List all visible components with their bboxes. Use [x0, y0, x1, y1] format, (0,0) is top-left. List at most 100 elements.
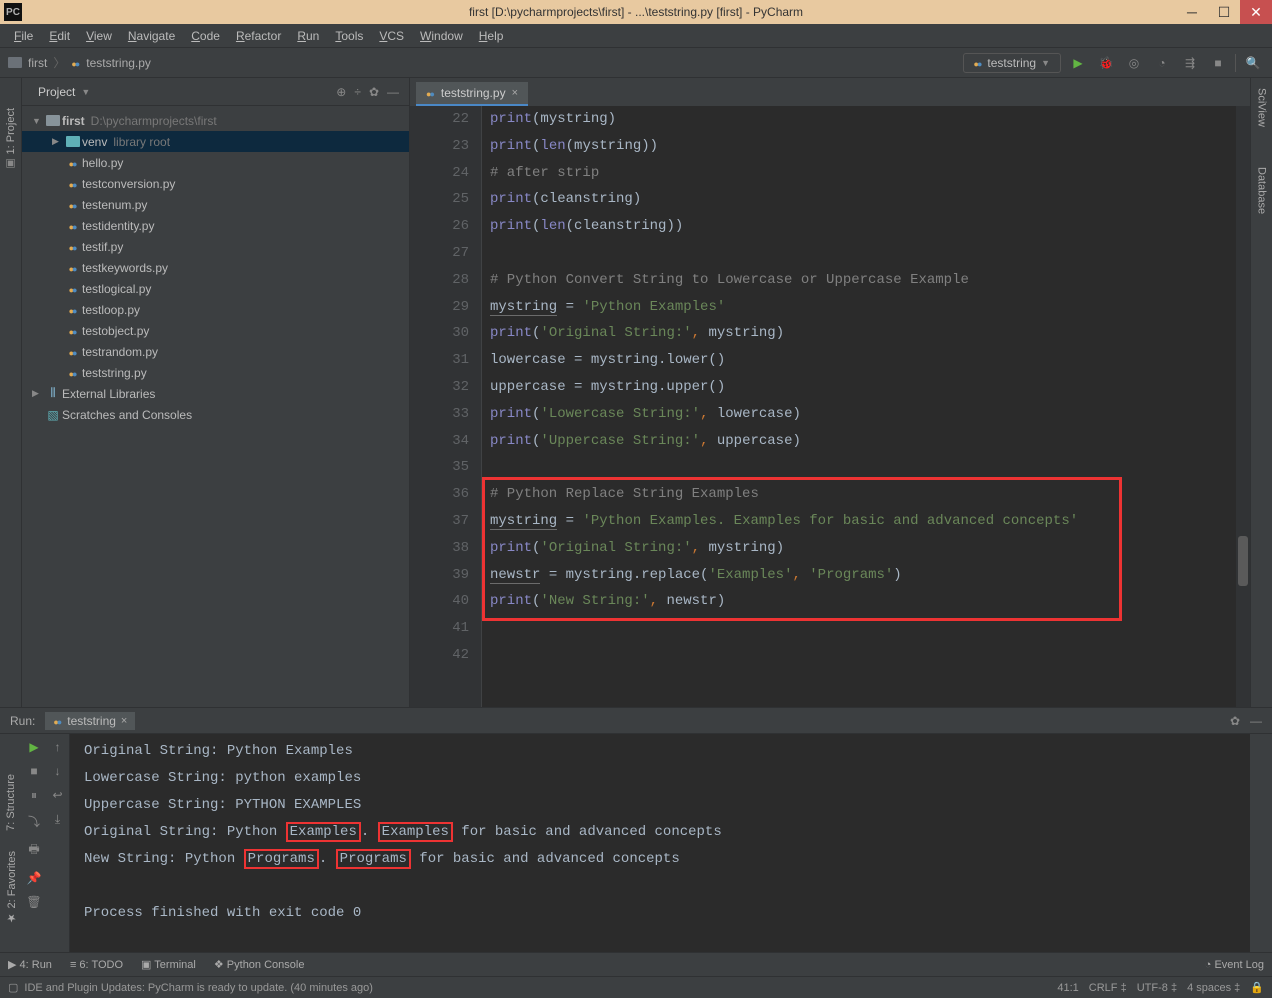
- run-panel: Run: teststring × ✿ — 7: Structure ★ 2: …: [0, 707, 1272, 952]
- menu-run[interactable]: Run: [297, 29, 319, 43]
- hide-icon[interactable]: —: [1250, 714, 1262, 728]
- settings-icon[interactable]: ✿: [369, 85, 379, 99]
- menu-code[interactable]: Code: [191, 29, 220, 43]
- breadcrumb[interactable]: first 〉 teststring.py: [8, 54, 151, 71]
- tree-item[interactable]: testidentity.py: [22, 215, 409, 236]
- code-editor[interactable]: 2223242526272829303132333435363738394041…: [410, 106, 1250, 707]
- event-log-button[interactable]: ◔ Event Log: [1205, 959, 1264, 971]
- run-toolwin-button[interactable]: ▶ 4: Run: [8, 958, 52, 971]
- encoding[interactable]: UTF-8 ‡: [1137, 982, 1177, 994]
- concurrency-button[interactable]: ⇶: [1179, 52, 1201, 74]
- run-config-name: teststring: [987, 56, 1036, 70]
- debug-button[interactable]: 🐞: [1095, 52, 1117, 74]
- tree-item[interactable]: hello.py: [22, 152, 409, 173]
- run-button[interactable]: ▶: [1067, 52, 1089, 74]
- tree-item[interactable]: ▶venvlibrary root: [22, 131, 409, 152]
- panel-title[interactable]: Project: [38, 85, 75, 99]
- run-controls-primary: ▶ ■ ⏸ ⤵ 🖶 📌 🗑: [22, 734, 46, 952]
- pause-button[interactable]: ⏸: [31, 788, 37, 803]
- tree-item[interactable]: testif.py: [22, 236, 409, 257]
- indent[interactable]: 4 spaces ‡: [1187, 982, 1240, 994]
- menu-view[interactable]: View: [86, 29, 112, 43]
- maximize-button[interactable]: ☐: [1208, 0, 1240, 24]
- locate-icon[interactable]: ⊕: [336, 85, 346, 99]
- run-panel-label: Run:: [10, 714, 35, 728]
- menu-bar: File Edit View Navigate Code Refactor Run Tools…: [0, 24, 1272, 48]
- exit-button[interactable]: ⤵: [28, 813, 40, 830]
- menu-edit[interactable]: Edit: [49, 29, 70, 43]
- menu-file[interactable]: File: [14, 29, 33, 43]
- project-panel: Project ▼ ⊕ ÷ ✿ — ▼firstD:\pycharmprojec…: [22, 78, 410, 707]
- editor-scrollbar[interactable]: [1236, 106, 1250, 707]
- trash-button[interactable]: 🗑: [26, 895, 41, 909]
- menu-window[interactable]: Window: [420, 29, 463, 43]
- run-config-selector[interactable]: teststring ▼: [963, 53, 1061, 73]
- favorites-tool-button[interactable]: ★ 2: Favorites: [5, 851, 18, 925]
- settings-icon[interactable]: ✿: [1230, 714, 1240, 728]
- softwrap-button[interactable]: ↩: [52, 788, 62, 802]
- print-button[interactable]: 🖶: [28, 840, 39, 861]
- stop-button[interactable]: ■: [1207, 52, 1229, 74]
- tree-item[interactable]: testkeywords.py: [22, 257, 409, 278]
- run-tab[interactable]: teststring ×: [45, 712, 135, 730]
- coverage-button[interactable]: ◎: [1123, 52, 1145, 74]
- hide-icon[interactable]: —: [387, 85, 399, 99]
- tree-item[interactable]: testenum.py: [22, 194, 409, 215]
- close-icon[interactable]: ×: [512, 87, 518, 99]
- tree-item[interactable]: ▼firstD:\pycharmprojects\first: [22, 110, 409, 131]
- tree-item[interactable]: ▧Scratches and Consoles: [22, 404, 409, 425]
- menu-tools[interactable]: Tools: [335, 29, 363, 43]
- editor-tabs: teststring.py ×: [410, 78, 1250, 106]
- menu-navigate[interactable]: Navigate: [128, 29, 175, 43]
- chevron-down-icon[interactable]: ▼: [81, 87, 90, 97]
- menu-refactor[interactable]: Refactor: [236, 29, 281, 43]
- chevron-down-icon: ▼: [1041, 58, 1050, 68]
- close-icon[interactable]: ×: [121, 715, 127, 727]
- toolwin-quickaccess[interactable]: ▢: [8, 981, 18, 994]
- minimize-button[interactable]: ─: [1176, 0, 1208, 24]
- right-tool-gutter: SciView Database: [1250, 78, 1272, 707]
- tree-item[interactable]: ▶⫼External Libraries: [22, 383, 409, 404]
- tree-item[interactable]: testconversion.py: [22, 173, 409, 194]
- code-body[interactable]: print(mystring)print(len(mystring))# aft…: [482, 106, 1236, 707]
- search-everywhere-button[interactable]: 🔍: [1242, 52, 1264, 74]
- stop-button[interactable]: ■: [30, 764, 37, 778]
- todo-toolwin-button[interactable]: ≡ 6: TODO: [70, 959, 123, 971]
- lock-icon[interactable]: 🔒: [1250, 981, 1264, 994]
- profile-button[interactable]: ◔: [1151, 52, 1173, 74]
- up-button[interactable]: ↑: [55, 740, 61, 754]
- down-button[interactable]: ↓: [55, 764, 61, 778]
- rerun-button[interactable]: ▶: [29, 740, 38, 754]
- menu-vcs[interactable]: VCS: [379, 29, 404, 43]
- structure-tool-button[interactable]: 7: Structure: [5, 774, 17, 831]
- project-tree[interactable]: ▼firstD:\pycharmprojects\first▶venvlibra…: [22, 106, 409, 707]
- menu-help[interactable]: Help: [479, 29, 504, 43]
- collapse-icon[interactable]: ÷: [354, 85, 361, 99]
- python-icon: [974, 56, 983, 70]
- line-sep[interactable]: CRLF ‡: [1089, 982, 1127, 994]
- sciview-tool-button[interactable]: SciView: [1256, 88, 1268, 127]
- run-controls-secondary: ↑ ↓ ↩ ⤓: [46, 734, 70, 952]
- close-button[interactable]: ✕: [1240, 0, 1272, 24]
- tree-item[interactable]: teststring.py: [22, 362, 409, 383]
- database-tool-button[interactable]: Database: [1256, 167, 1268, 214]
- console-output[interactable]: Original String: Python ExamplesLowercas…: [70, 734, 1250, 952]
- scroll-button[interactable]: ⤓: [55, 812, 60, 827]
- terminal-toolwin-button[interactable]: ▣ Terminal: [141, 958, 196, 971]
- tree-item[interactable]: testloop.py: [22, 299, 409, 320]
- tree-item[interactable]: testlogical.py: [22, 278, 409, 299]
- python-icon: [426, 86, 435, 100]
- title-bar: PC first [D:\pycharmprojects\first] - ..…: [0, 0, 1272, 24]
- tree-item[interactable]: testobject.py: [22, 320, 409, 341]
- pin-button[interactable]: 📌: [27, 871, 42, 885]
- status-bar: ▢ IDE and Plugin Updates: PyCharm is rea…: [0, 976, 1272, 998]
- tree-item[interactable]: testrandom.py: [22, 341, 409, 362]
- pyconsole-toolwin-button[interactable]: ❖ Python Console: [214, 958, 305, 971]
- editor-tab[interactable]: teststring.py ×: [416, 82, 528, 106]
- bottom-left-tool-gutter: 7: Structure ★ 2: Favorites: [0, 734, 22, 952]
- left-tool-gutter: ▣ 1: Project: [0, 78, 22, 707]
- breadcrumb-root[interactable]: first: [28, 56, 47, 70]
- editor-area: teststring.py × 222324252627282930313233…: [410, 78, 1250, 707]
- breadcrumb-file[interactable]: teststring.py: [86, 56, 151, 70]
- project-tool-button[interactable]: ▣ 1: Project: [4, 108, 17, 171]
